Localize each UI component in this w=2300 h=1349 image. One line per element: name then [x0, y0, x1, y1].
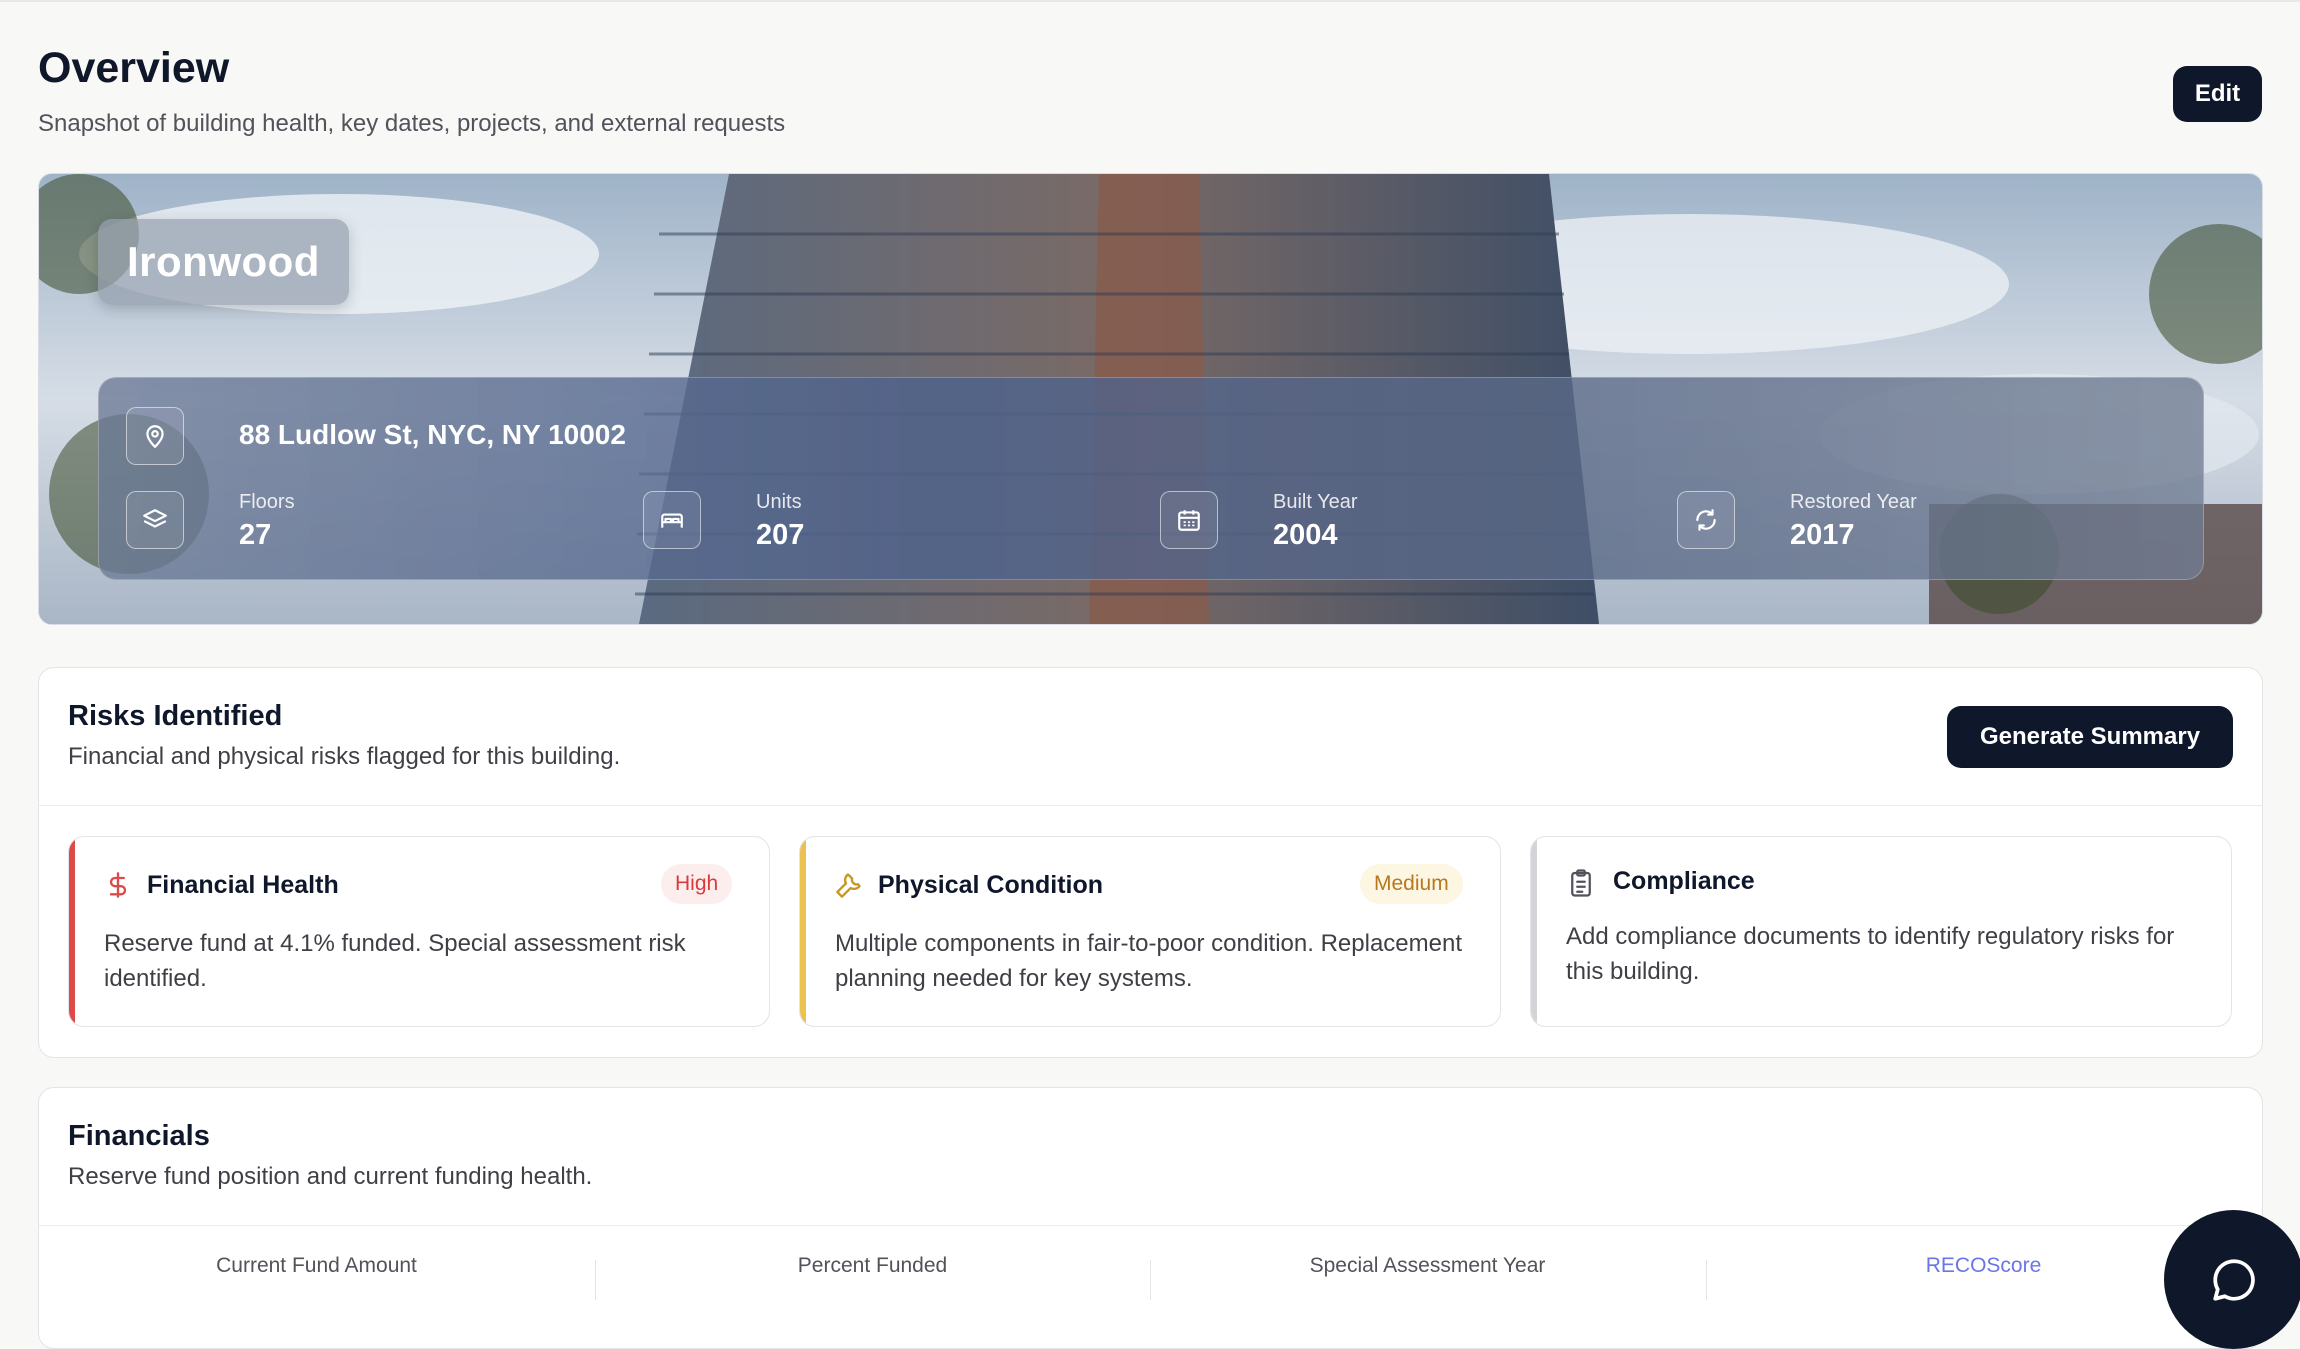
risks-subtitle: Financial and physical risks flagged for… — [68, 743, 621, 770]
financial-col-percent-funded: Percent Funded — [797, 1254, 948, 1277]
chat-bubble-icon — [2212, 1258, 2255, 1301]
building-address: 88 Ludlow St, NYC, NY 10002 — [239, 419, 626, 450]
financial-col-special-assessment-year: Special Assessment Year — [1309, 1254, 1546, 1277]
financials-subtitle: Reserve fund position and current fundin… — [68, 1163, 593, 1190]
stat-label-units: Units — [756, 491, 802, 513]
stat-label-floors: Floors — [239, 491, 295, 513]
generate-summary-button[interactable]: Generate Summary — [1947, 706, 2233, 768]
top-border — [0, 0, 2300, 2]
risk-card-compliance[interactable]: Compliance Add compliance documents to i… — [1530, 836, 2232, 1027]
risk-description: Reserve fund at 4.1% funded. Special ass… — [104, 930, 686, 992]
building-name: Ironwood — [98, 219, 349, 305]
wrench-icon — [836, 873, 861, 898]
risks-card: Risks Identified Financial and physical … — [38, 667, 2263, 1058]
risk-accent-bar — [1531, 837, 1537, 1026]
divider — [39, 805, 2262, 806]
clipboard-icon — [1571, 869, 1591, 897]
stat-label-built-year: Built Year — [1273, 491, 1358, 513]
stat-value-built-year: 2004 — [1273, 519, 1338, 551]
map-pin-icon — [126, 407, 184, 465]
financials-title: Financials — [68, 1120, 210, 1152]
dollar-icon — [109, 872, 127, 898]
risk-title: Compliance — [1613, 867, 1755, 895]
page-subtitle: Snapshot of building health, key dates, … — [38, 110, 786, 137]
risk-description: Multiple components in fair-to-poor cond… — [835, 930, 1462, 992]
risk-title: Financial Health — [147, 871, 339, 899]
page-title: Overview — [38, 44, 230, 92]
bed-icon — [643, 491, 701, 549]
calendar-icon — [1160, 491, 1218, 549]
risk-accent-bar — [800, 837, 806, 1026]
refresh-icon — [1677, 491, 1735, 549]
risk-title: Physical Condition — [878, 871, 1104, 899]
financials-card: Financials Reserve fund position and cur… — [38, 1087, 2263, 1349]
risks-title: Risks Identified — [68, 700, 283, 732]
stat-value-floors: 27 — [239, 519, 272, 551]
risk-card-financial-health[interactable]: Financial Health High Reserve fund at 4.… — [68, 836, 770, 1027]
edit-button[interactable]: Edit — [2173, 66, 2262, 122]
layers-icon — [126, 491, 184, 549]
financial-col-current-fund-amount: Current Fund Amount — [216, 1254, 417, 1277]
building-info-panel: 88 Ludlow St, NYC, NY 10002 Floors 27 Un… — [98, 377, 2204, 580]
building-hero: Ironwood 88 Ludlow St, NYC, NY 10002 Flo… — [38, 173, 2263, 625]
severity-badge: Medium — [1360, 864, 1463, 904]
risk-accent-bar — [69, 837, 75, 1026]
divider — [39, 1225, 2262, 1226]
severity-badge: High — [661, 864, 733, 904]
chat-button[interactable] — [2164, 1210, 2300, 1349]
stat-value-units: 207 — [756, 519, 805, 551]
stat-value-restored-year: 2017 — [1790, 519, 1855, 551]
risk-description: Add compliance documents to identify reg… — [1566, 923, 2175, 985]
risk-card-physical-condition[interactable]: Physical Condition Medium Multiple compo… — [799, 836, 1501, 1027]
stat-label-restored-year: Restored Year — [1790, 491, 1917, 513]
